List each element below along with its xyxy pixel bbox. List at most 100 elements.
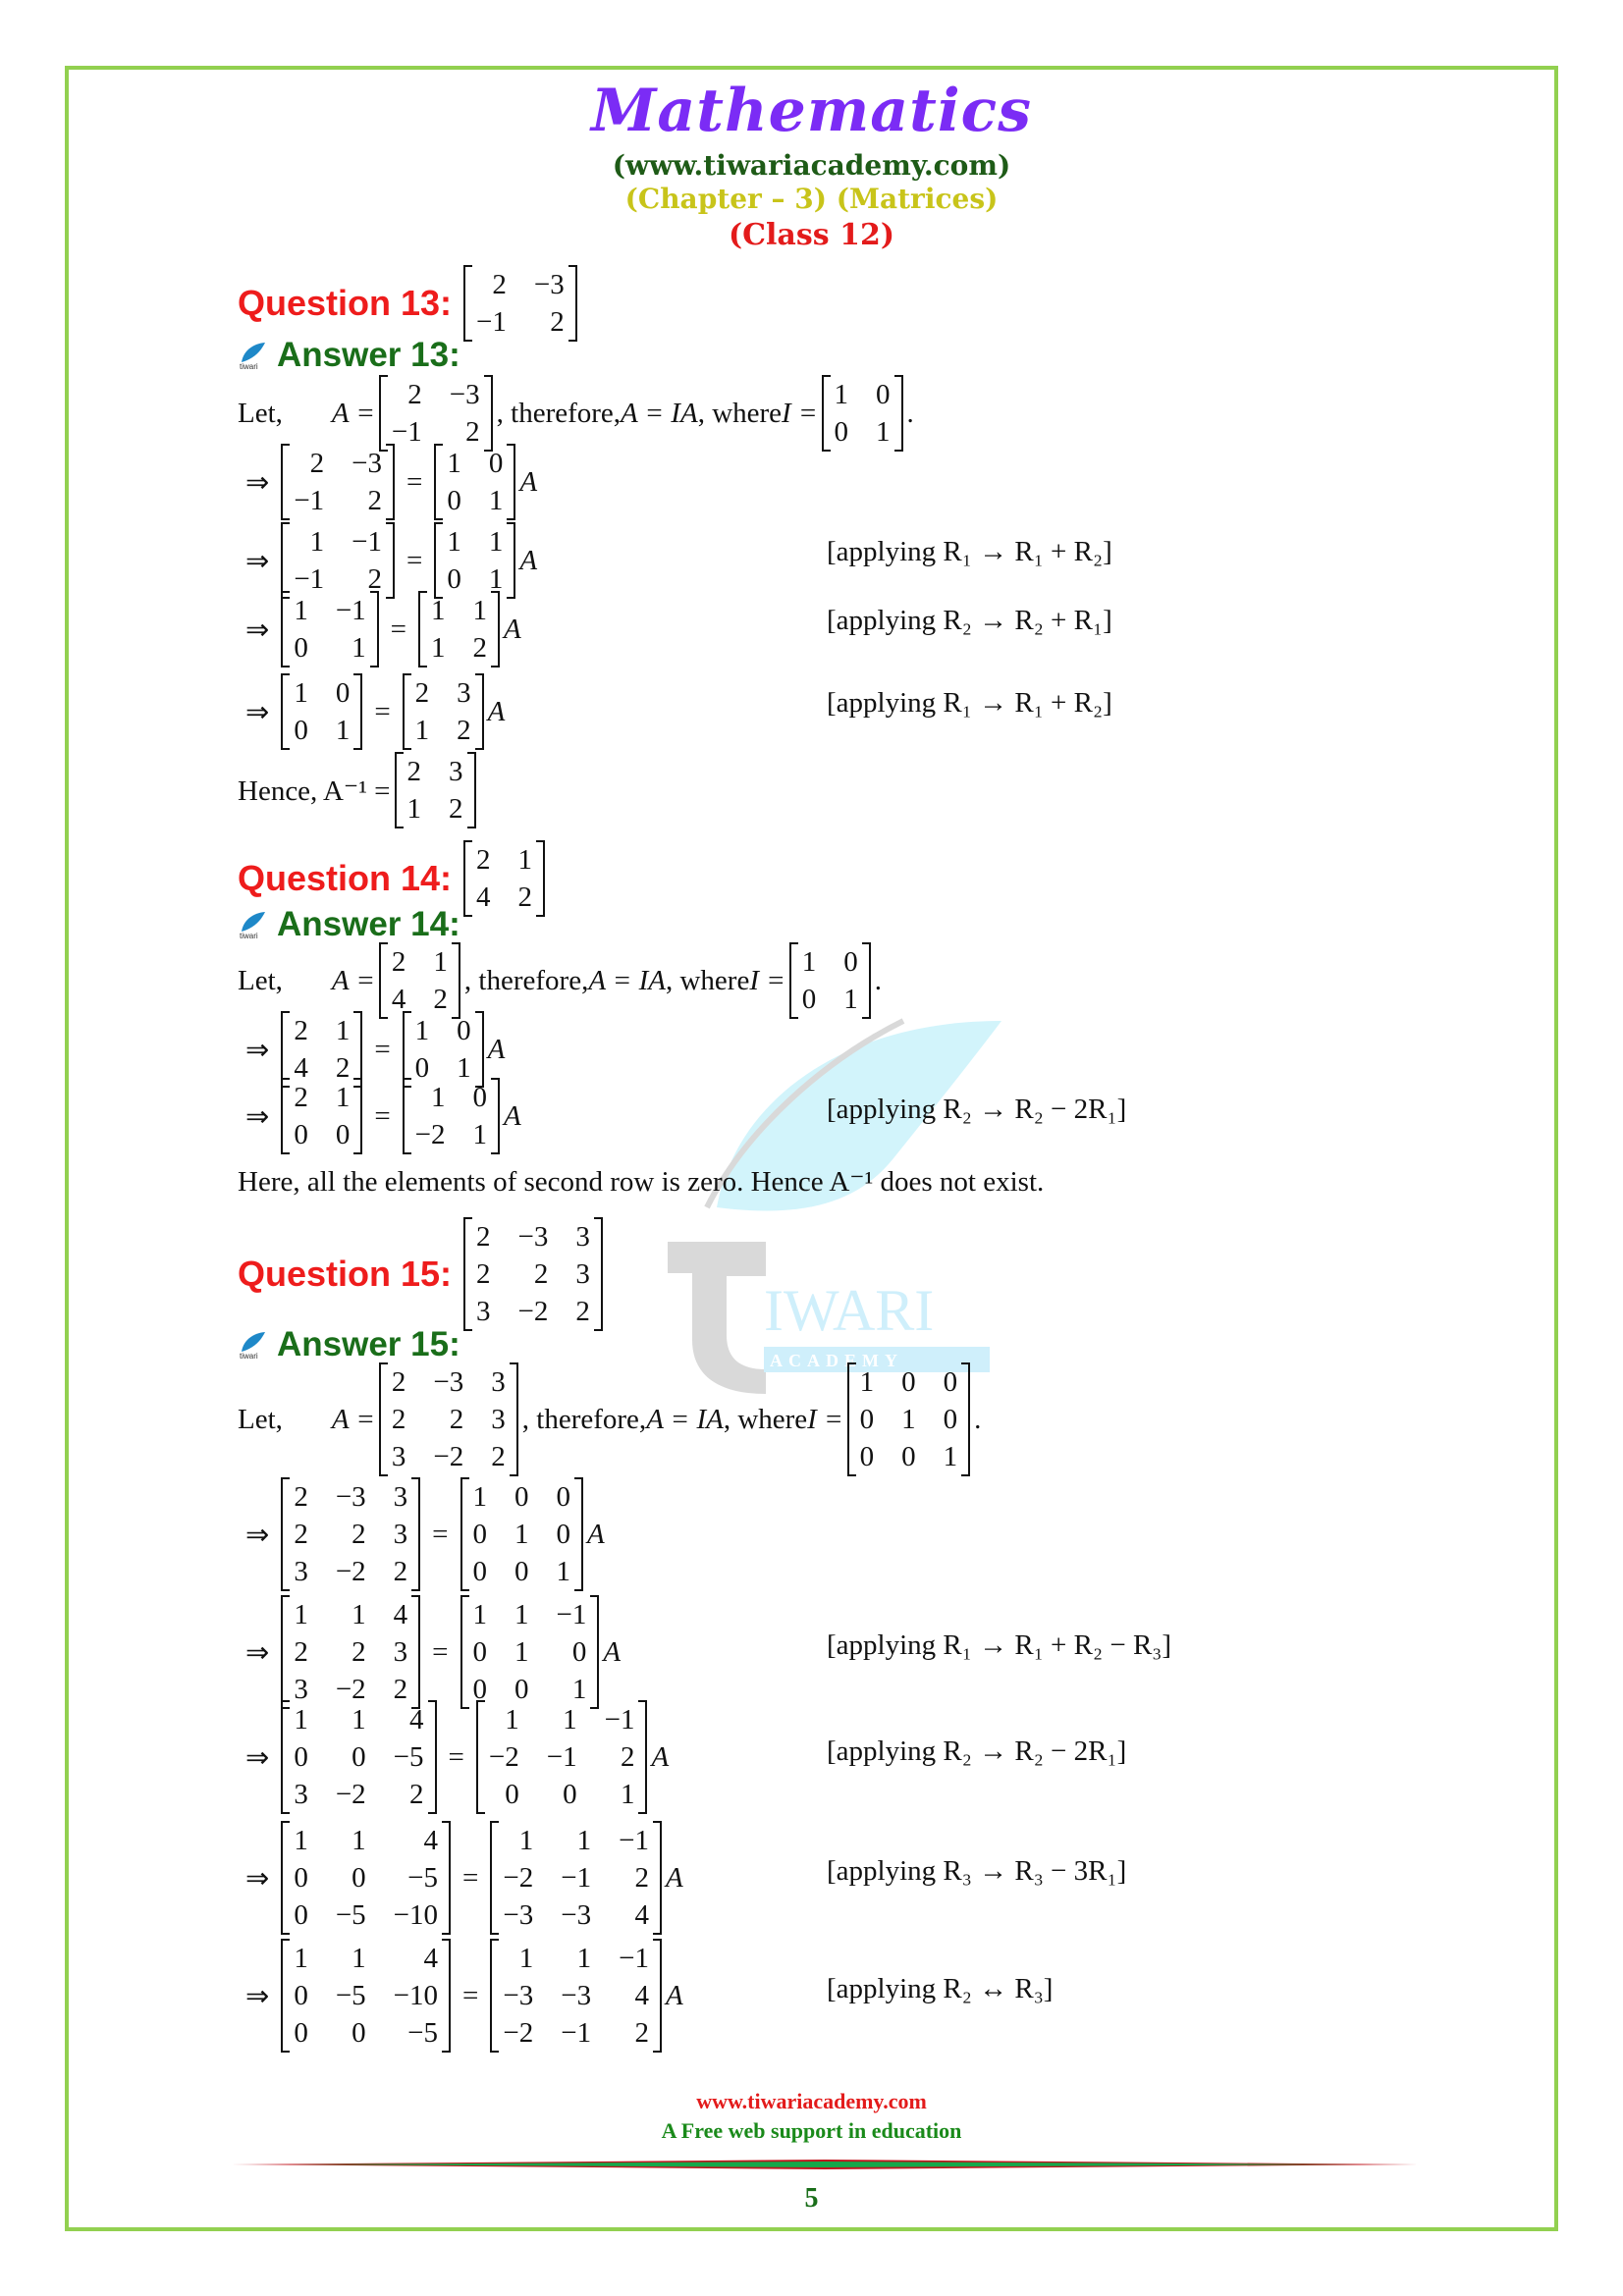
matrix-cell: 0 — [352, 1741, 366, 1773]
matrix-cell: 4 — [634, 1899, 649, 1931]
matrix-cell: 1 — [472, 595, 488, 626]
matrix-cell: 0 — [294, 715, 308, 746]
matrix-cell: 0 — [901, 1366, 916, 1398]
matrix-cell: 0 — [294, 1899, 308, 1931]
matrix-grid: 1 1 4 0 −5 −10 0 0 −5 — [290, 1939, 442, 2053]
matrix-cell: 2 — [407, 379, 422, 410]
rhs-matrix: 1 0 −2 1 — [402, 1078, 501, 1154]
matrix-cell: 1 — [309, 526, 325, 558]
bracket-left — [281, 1011, 291, 1088]
matrix-grid: 1 1 −1 −2 −1 2 −3 −3 4 — [499, 1821, 653, 1935]
matrix-cell: 3 — [457, 677, 471, 709]
bracket-right — [638, 1700, 648, 1814]
matrix-cell: 1 — [352, 1825, 366, 1856]
matrix-cell: 0 — [943, 1366, 958, 1398]
variable-a: A — [487, 695, 506, 727]
matrix-cell: 1 — [431, 1082, 446, 1113]
bracket-left — [402, 1078, 411, 1154]
matrix-cell: 1 — [335, 715, 351, 746]
matrix-grid: 1 1 4 2 2 3 3 −2 2 — [290, 1595, 411, 1709]
matrix-cell: 0 — [505, 1779, 519, 1810]
matrix-cell: 1 — [431, 632, 446, 664]
matrix-cell: −1 — [476, 306, 507, 338]
matrix-cell: 2 — [294, 1082, 308, 1113]
question-label: Question 14: — [238, 858, 453, 898]
equation-step: ⇒ 1 −1 −1 2 = 1 1 0 1 A — [238, 522, 537, 599]
matrix-cell: 2 — [406, 756, 422, 787]
footer-website[interactable]: www.tiwariacademy.com — [0, 2089, 1623, 2114]
matrix-cell: −1 — [335, 595, 366, 626]
conclusion-text: Here, all the elements of second row is … — [238, 1166, 1045, 1198]
bracket-left — [418, 591, 428, 667]
matrix-cell: 1 — [352, 1599, 366, 1630]
bracket-right — [652, 1821, 662, 1935]
implies-symbol: ⇒ — [245, 1519, 270, 1551]
matrix-cell: 2 — [391, 1404, 406, 1435]
equals-symbol: = — [462, 1861, 479, 1894]
matrix-cell: −2 — [335, 1779, 366, 1810]
equals-symbol: = — [374, 1033, 391, 1065]
answer-heading: Answer 13: — [238, 336, 460, 375]
matrix-cell: 2 — [575, 1296, 590, 1327]
implies-symbol: ⇒ — [245, 1636, 270, 1669]
variable-a: A — [651, 1740, 670, 1773]
matrix-cell: 2 — [367, 485, 383, 516]
matrix-grid: 2 −3 3 2 2 3 3 −2 2 — [290, 1477, 411, 1591]
matrix-cell: 0 — [556, 1481, 571, 1513]
matrix-cell: −2 — [433, 1441, 464, 1472]
matrix-grid: 1101 — [443, 522, 507, 599]
matrix-cell: 1 — [843, 984, 858, 1015]
matrix-cell: −3 — [561, 1980, 592, 2011]
matrix-cell: 1 — [294, 1599, 308, 1630]
variable-a: A — [665, 1861, 683, 1894]
matrix-cell: 1 — [472, 1599, 488, 1630]
bracket-right — [861, 942, 871, 1019]
matrix-cell: 1 — [514, 1636, 529, 1668]
matrix-grid: 2312 — [404, 752, 467, 828]
row-operation-note: [applying R₃ → R₃ − 3R₁] — [827, 1855, 1127, 1887]
lhs-matrix: 1 1 4 0 0 −5 0 −5 −10 — [281, 1821, 452, 1935]
question-label: Question 15: — [238, 1254, 453, 1294]
matrix-cell: 0 — [294, 1862, 308, 1894]
matrix-grid: 2 −3 −1 2 — [290, 444, 386, 520]
let-statement: Let, A = 2 −3 3 2 2 3 3 −2 2, therefore, A = IA, w… — [238, 1362, 981, 1476]
matrix-cell: 1 — [352, 1704, 366, 1735]
matrix-cell: 0 — [457, 1015, 471, 1046]
where-text: , where — [697, 397, 783, 429]
bracket-right — [491, 1078, 501, 1154]
bracket-left — [402, 1011, 411, 1088]
equals-symbol: = — [432, 1518, 449, 1550]
bracket-right — [893, 375, 903, 452]
matrix-cell: −5 — [407, 1862, 439, 1894]
matrix-grid: 1 1 −1 0 1 0 0 0 1 — [469, 1595, 591, 1709]
matrix-cell: 2 — [393, 1556, 408, 1587]
matrix-cell: 0 — [834, 416, 849, 448]
matrix-cell: 0 — [472, 1636, 488, 1668]
matrix-cell: 0 — [943, 1404, 958, 1435]
variable-a: A — [487, 1033, 506, 1065]
matrix-cell: 0 — [352, 2017, 366, 2049]
matrix-cell: 3 — [575, 1258, 590, 1290]
question-heading: Question 13: 2 −3 −1 2 — [238, 265, 581, 342]
matrix-cell: 3 — [476, 1296, 491, 1327]
implies-symbol: ⇒ — [245, 1100, 270, 1133]
matrix-cell: 4 — [393, 1599, 408, 1630]
where-text: , where — [723, 1403, 808, 1435]
bracket-right — [353, 673, 363, 750]
row-operation-note: [applying R₁ → R₁ + R₂ − R₃] — [827, 1629, 1172, 1661]
implies-symbol: ⇒ — [245, 1862, 270, 1895]
matrix-cell: 1 — [514, 1599, 529, 1630]
bracket-left — [846, 1362, 856, 1476]
question-matrix: 2 −3 3 2 2 3 3 −2 2 — [463, 1217, 603, 1331]
equation-step: ⇒ 1 0 0 1 = 2 3 1 2 A — [238, 673, 505, 750]
bracket-right — [369, 591, 379, 667]
matrix-cell: 1 — [876, 416, 891, 448]
variable-a: A — [603, 1635, 622, 1668]
matrix-cell: 1 — [294, 1704, 308, 1735]
matrix-cell: 2 — [391, 1366, 406, 1398]
matrix-grid: 2142 — [472, 840, 536, 917]
matrix-cell: 1 — [576, 1825, 592, 1856]
page-title: Mathematics — [591, 77, 1032, 145]
conclusion-text: Hence, A⁻¹ = — [238, 774, 391, 807]
matrix-cell: 1 — [518, 1943, 534, 1974]
